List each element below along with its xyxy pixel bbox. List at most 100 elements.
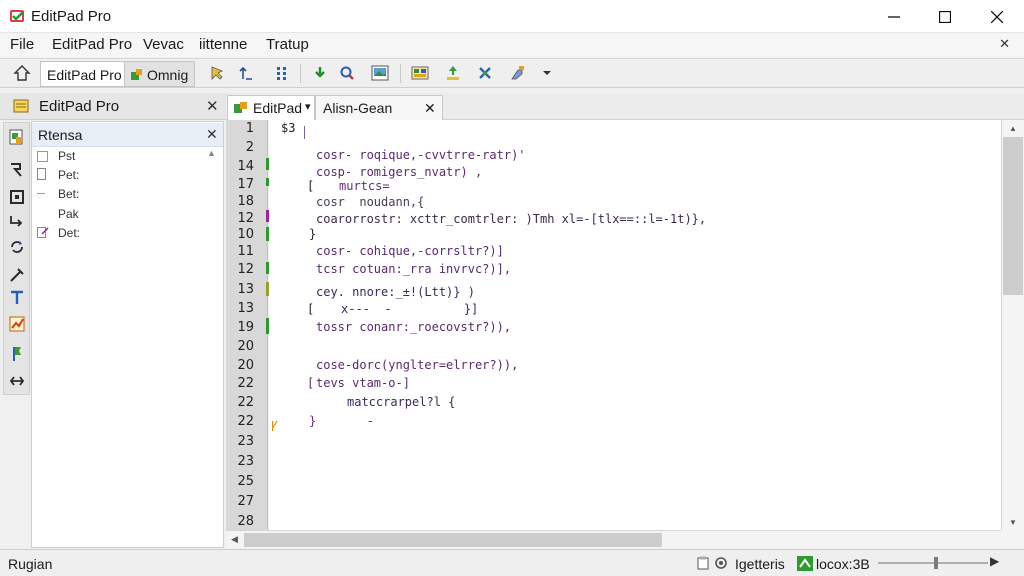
status-location: locox:3B — [816, 556, 870, 572]
line-number: 22 — [237, 395, 254, 410]
scrollbar-corner — [1001, 530, 1024, 548]
code-line: murtcs= — [339, 179, 390, 193]
menu-close-icon[interactable]: ✕ — [999, 36, 1010, 52]
code-line: cose-dorc(ynglter=elrrer?)), — [316, 358, 519, 372]
code-line: matccrarpel?l { — [347, 395, 456, 409]
refresh-icon[interactable] — [8, 238, 26, 256]
edit-file-icon — [37, 226, 49, 241]
vertical-scrollbar[interactable]: ▲ ▼ — [1001, 120, 1024, 530]
menu-vevac[interactable]: Vevac — [143, 36, 184, 53]
tools-icon[interactable] — [507, 63, 527, 83]
zoom-slider-track[interactable] — [878, 562, 988, 564]
left-panel-title: EditPad Pro — [39, 98, 120, 115]
home-icon[interactable] — [12, 63, 32, 83]
file-icon — [37, 168, 48, 183]
code-line: cosp- romigers_nvatr) , — [316, 165, 483, 179]
code-bracket: [ — [307, 179, 315, 193]
tab-close-icon[interactable]: ✕ — [424, 100, 436, 117]
cross-icon[interactable] — [475, 63, 495, 83]
tab-label: Alisn-Gean — [323, 100, 393, 116]
scroll-down-icon[interactable]: ▼ — [1009, 518, 1017, 527]
checkbox[interactable] — [37, 151, 48, 162]
move-icon[interactable] — [443, 63, 463, 83]
download-icon[interactable] — [310, 63, 330, 83]
tab-editpad[interactable]: EditPad ▾ — [227, 95, 315, 120]
scroll-up-icon[interactable]: ▲ — [1009, 124, 1017, 133]
grid-icon[interactable] — [272, 63, 292, 83]
wrap-icon[interactable] — [8, 213, 26, 231]
text-icon[interactable] — [8, 289, 26, 307]
split-icon[interactable] — [8, 372, 26, 390]
status-region: Rugian — [8, 556, 53, 572]
code-line: tevs vtam-o-] — [316, 376, 410, 390]
scroll-left-icon[interactable]: ◀ — [231, 534, 238, 545]
file-indent-line — [37, 193, 45, 194]
bookmark-icon[interactable] — [8, 128, 26, 146]
window-title: EditPad Pro — [31, 8, 112, 25]
code-line: coarorrostr: xcttr_comtrler: )Tmh xl=-[t… — [316, 212, 707, 226]
line-number: 20 — [237, 358, 254, 373]
menu-iittenne[interactable]: iittenne — [199, 36, 247, 53]
search-icon[interactable] — [337, 63, 357, 83]
image-icon[interactable] — [370, 63, 390, 83]
tab-label: EditPad — [253, 100, 303, 116]
menu-tratup[interactable]: Tratup — [266, 36, 309, 53]
line-number: 13 — [237, 301, 254, 316]
flag-icon[interactable] — [8, 345, 26, 363]
file-list-item-label: Pak — [58, 207, 79, 221]
status-text: Igetteris — [735, 556, 785, 572]
minimize-button[interactable] — [871, 0, 917, 33]
layout-icon[interactable] — [410, 63, 430, 83]
clipboard-icon[interactable] — [697, 556, 709, 573]
line-number: 1 — [245, 121, 254, 136]
pen-icon[interactable] — [8, 266, 26, 284]
close-button[interactable] — [974, 0, 1020, 33]
folder-icon — [13, 99, 29, 113]
chevron-down-icon[interactable]: ▾ — [305, 100, 311, 113]
line-number: 12 — [237, 262, 254, 277]
line-number: 13 — [237, 282, 254, 297]
status-bar: Rugian Igetteris locox:3B ▶ — [0, 549, 1024, 576]
code-editor[interactable]: $3 cosr- roqique,-cvvtrre-ratr)' cosp- r… — [269, 120, 1001, 530]
line-number: 22 — [237, 414, 254, 429]
arrow-up-icon[interactable] — [236, 63, 256, 83]
toolbar-separator — [300, 64, 301, 83]
left-panel-close-icon[interactable]: ✕ — [206, 97, 219, 115]
chart-icon[interactable] — [8, 315, 26, 333]
code-line: cosr- roqique,-cvvtrre-ratr)' — [316, 148, 526, 162]
file-list-item-label: Pet: — [58, 168, 80, 182]
app-logo-icon — [9, 8, 27, 24]
collapse-arrow-icon[interactable]: ▲ — [207, 148, 216, 158]
scrollbar-thumb[interactable] — [244, 533, 662, 547]
maximize-button[interactable] — [922, 0, 968, 33]
horizontal-scrollbar[interactable]: ◀ — [226, 530, 1001, 548]
code-line: } — [309, 227, 317, 241]
code-line: cey. nnore:_±!(Ltt)} ) — [316, 285, 475, 299]
toolbar-tab-label: Omnig — [147, 67, 189, 83]
frame-icon[interactable] — [8, 188, 26, 206]
dropdown-icon[interactable] — [537, 63, 557, 83]
tab-alisn-gean[interactable]: Alisn-Gean ✕ — [315, 95, 443, 120]
line-number: 10 — [237, 227, 254, 242]
line-number: 27 — [237, 494, 254, 509]
line-number: 20 — [237, 339, 254, 354]
scrollbar-thumb[interactable] — [1003, 137, 1023, 295]
editor-tab-bar: EditPad ▾ Alisn-Gean ✕ — [226, 93, 1024, 120]
toolbar-tab-omnig[interactable]: Omnig — [124, 61, 196, 87]
file-list-item-label: Bet: — [58, 187, 80, 201]
file-list-header: Rtensa ✕ — [32, 123, 223, 147]
line-number: 23 — [237, 454, 254, 469]
menu-editpad-pro[interactable]: EditPad Pro — [52, 36, 132, 53]
settings-icon[interactable] — [714, 556, 728, 573]
zoom-slider-knob[interactable] — [934, 557, 938, 569]
toolbar-separator — [400, 64, 401, 83]
scroll-right-icon[interactable]: ▶ — [990, 554, 999, 568]
cursor-icon[interactable] — [207, 63, 227, 83]
line-number: 17 — [237, 177, 254, 192]
title-bar: EditPad Pro — [0, 0, 1024, 33]
toolbar-tab-editpad-pro[interactable]: EditPad Pro — [40, 61, 129, 87]
select-icon[interactable] — [8, 161, 26, 179]
file-list-close-icon[interactable]: ✕ — [206, 126, 218, 143]
menu-file[interactable]: File — [10, 36, 34, 53]
puzzle-icon — [130, 68, 144, 85]
